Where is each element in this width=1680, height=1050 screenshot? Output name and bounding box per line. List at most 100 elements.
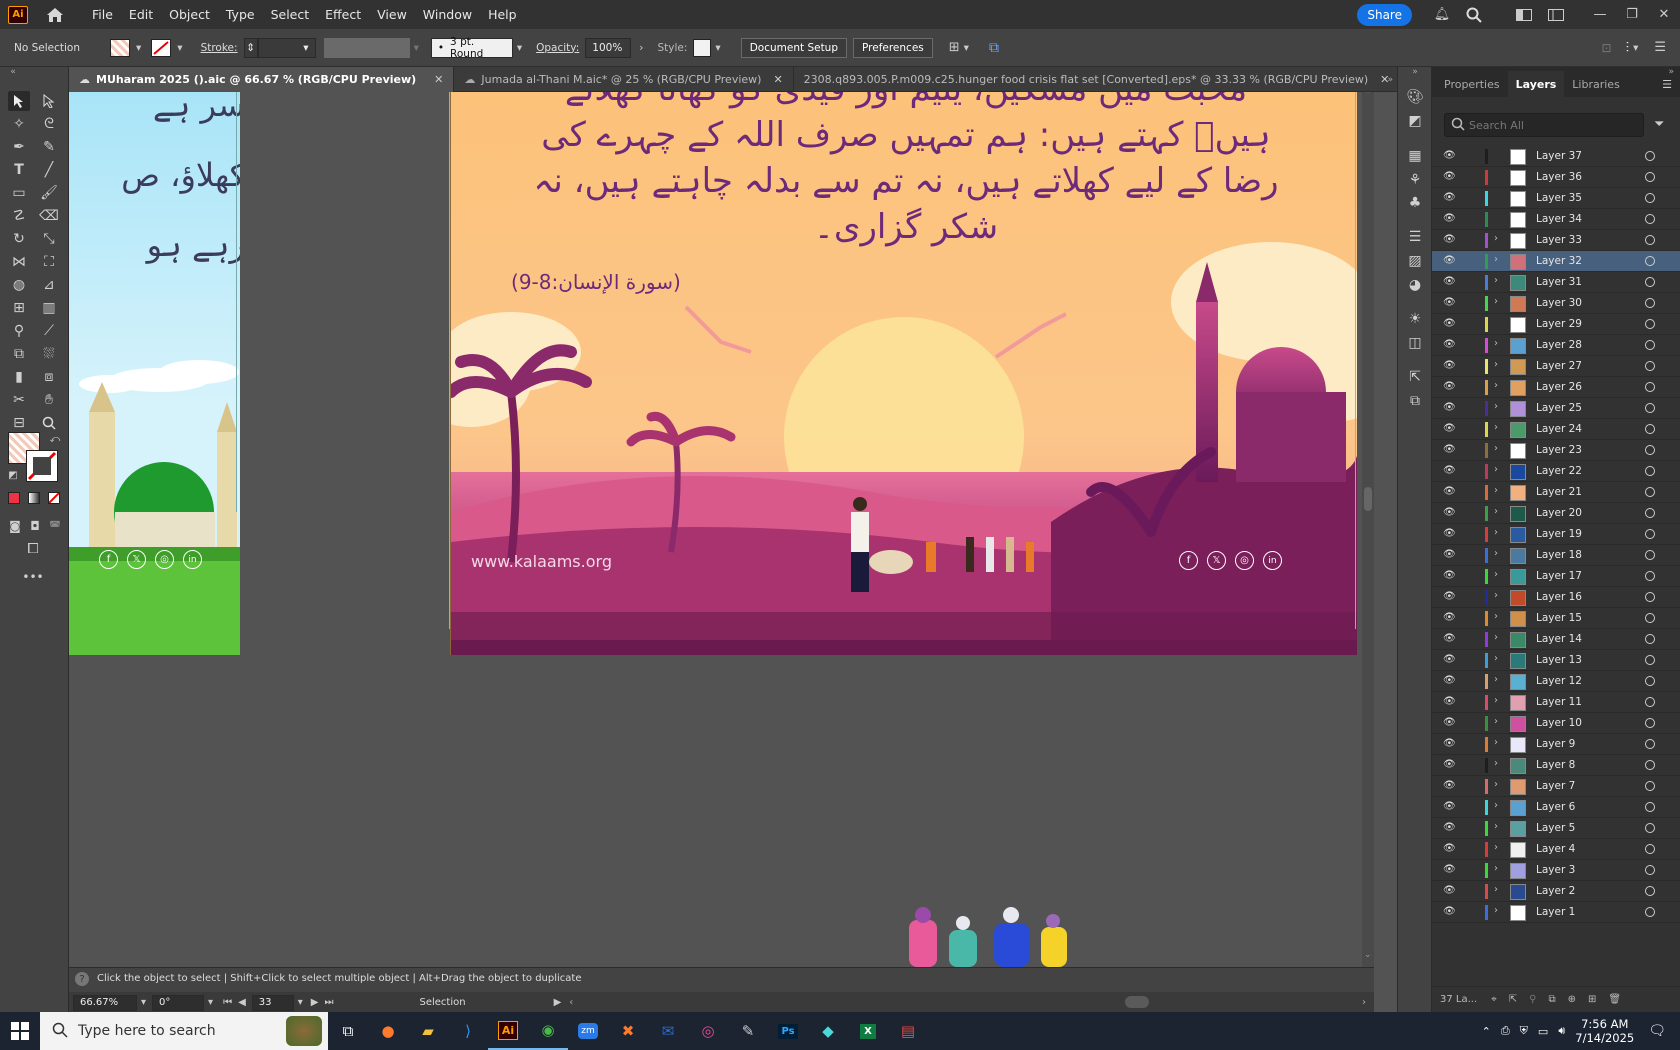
- paintbrush-tool-icon[interactable]: 🖌︎: [38, 183, 60, 203]
- expand-chevron-icon[interactable]: ›: [1494, 485, 1498, 496]
- expand-chevron-icon[interactable]: ›: [1494, 800, 1498, 811]
- opacity-field[interactable]: 100%: [585, 37, 632, 58]
- visibility-eye-icon[interactable]: 👁︎: [1443, 529, 1457, 539]
- shape-builder-tool-icon[interactable]: ◍: [8, 275, 30, 295]
- show-hidden-icons[interactable]: ⌃: [1482, 1025, 1491, 1038]
- visibility-eye-icon[interactable]: 👁︎: [1443, 907, 1457, 917]
- color-guide-icon[interactable]: ◩: [1404, 111, 1426, 131]
- expand-chevron-icon[interactable]: ›: [1494, 716, 1498, 727]
- layer-target-icon[interactable]: [1645, 172, 1655, 182]
- expand-chevron-icon[interactable]: ›: [1494, 653, 1498, 664]
- visibility-eye-icon[interactable]: 👁︎: [1443, 886, 1457, 896]
- menu-object[interactable]: Object: [161, 7, 218, 22]
- menu-edit[interactable]: Edit: [121, 7, 161, 22]
- layer-target-icon[interactable]: [1645, 424, 1655, 434]
- layer-target-icon[interactable]: [1645, 382, 1655, 392]
- expand-chevron-icon[interactable]: ›: [1494, 863, 1498, 874]
- layer-row[interactable]: 👁︎ › Layer 27: [1432, 356, 1680, 377]
- creative-cloud-icon[interactable]: ◎: [688, 1012, 728, 1050]
- scroll-down-icon[interactable]: ⌄: [1364, 950, 1372, 960]
- visibility-eye-icon[interactable]: 👁︎: [1443, 361, 1457, 371]
- layer-row[interactable]: 👁︎ Layer 36: [1432, 167, 1680, 188]
- expand-chevron-icon[interactable]: ›: [1494, 254, 1498, 265]
- workspace-icon[interactable]: [1546, 7, 1566, 23]
- layer-target-icon[interactable]: [1645, 466, 1655, 476]
- eyedropper-tool-icon[interactable]: ⚲: [8, 321, 30, 341]
- visibility-eye-icon[interactable]: 👁︎: [1443, 781, 1457, 791]
- touch-type-icon[interactable]: ⫶: [1626, 40, 1630, 56]
- brush-definition[interactable]: • 3 pt. Round: [430, 36, 513, 60]
- eraser-tool-icon[interactable]: ⌫: [38, 206, 60, 226]
- restore-icon[interactable]: ❐: [1622, 7, 1642, 23]
- visibility-eye-icon[interactable]: 👁︎: [1443, 718, 1457, 728]
- tab-layers[interactable]: Layers: [1507, 71, 1565, 97]
- layer-row[interactable]: 👁︎ › Layer 31: [1432, 272, 1680, 293]
- visibility-eye-icon[interactable]: 👁︎: [1443, 277, 1457, 287]
- visibility-eye-icon[interactable]: 👁︎: [1443, 508, 1457, 518]
- layer-row[interactable]: 👁︎ › Layer 10: [1432, 713, 1680, 734]
- tab-hunger-food[interactable]: 2308.q893.005.P.m009.c25.hunger food cri…: [794, 67, 1401, 92]
- measure-tool-icon[interactable]: ⟋: [38, 321, 60, 341]
- visibility-eye-icon[interactable]: 👁︎: [1443, 424, 1457, 434]
- edit-toolbar-icon[interactable]: •••: [22, 567, 44, 587]
- layer-row[interactable]: 👁︎ Layer 34: [1432, 209, 1680, 230]
- lasso-tool-icon[interactable]: ᘓ: [38, 114, 60, 134]
- bell-icon[interactable]: 🔔︎: [1432, 7, 1452, 23]
- line-tool-icon[interactable]: ╱: [38, 160, 60, 180]
- main-artboard[interactable]: محبت میں مسکین، یتیم اور قیدی کو کھانا ک…: [450, 92, 1357, 655]
- horizontal-scroll-thumb[interactable]: [1125, 996, 1149, 1008]
- visibility-eye-icon[interactable]: 👁︎: [1443, 466, 1457, 476]
- task-view-icon[interactable]: ⧉: [328, 1012, 368, 1050]
- layer-row[interactable]: 👁︎ › Layer 28: [1432, 335, 1680, 356]
- visibility-eye-icon[interactable]: 👁︎: [1443, 487, 1457, 497]
- align-icon[interactable]: ⊞: [949, 40, 960, 55]
- visibility-eye-icon[interactable]: 👁︎: [1443, 193, 1457, 203]
- layer-target-icon[interactable]: [1645, 487, 1655, 497]
- visibility-eye-icon[interactable]: 👁︎: [1443, 634, 1457, 644]
- visibility-eye-icon[interactable]: 👁︎: [1443, 319, 1457, 329]
- curvature-tool-icon[interactable]: ✎: [38, 137, 60, 157]
- tab-properties[interactable]: Properties: [1436, 71, 1508, 97]
- rotation-field[interactable]: 0°: [152, 994, 205, 1011]
- swap-colors-icon[interactable]: ⤺: [44, 429, 66, 449]
- layer-row[interactable]: 👁︎ › Layer 22: [1432, 461, 1680, 482]
- graphic-style-swatch[interactable]: [693, 38, 712, 57]
- layer-target-icon[interactable]: [1645, 403, 1655, 413]
- last-artboard-icon[interactable]: ⏭: [325, 997, 334, 1008]
- mesh-tool-icon[interactable]: ⊞: [8, 298, 30, 318]
- visibility-eye-icon[interactable]: 👁︎: [1443, 613, 1457, 623]
- visibility-eye-icon[interactable]: 👁︎: [1443, 571, 1457, 581]
- clipping-mask-icon[interactable]: ⧉: [1549, 994, 1556, 1005]
- tab-muharam[interactable]: ☁ MUharam 2025 ().aic @ 66.67 % (RGB/CPU…: [69, 67, 455, 92]
- stroke-swatch[interactable]: [151, 38, 172, 57]
- visibility-eye-icon[interactable]: 👁︎: [1443, 235, 1457, 245]
- layer-target-icon[interactable]: [1645, 781, 1655, 791]
- type-tool-icon[interactable]: T: [8, 160, 30, 180]
- expand-chevron-icon[interactable]: ›: [1494, 779, 1498, 790]
- draw-behind-icon[interactable]: ◘: [24, 516, 46, 536]
- tabs-overflow-icon[interactable]: »: [1387, 67, 1393, 92]
- menu-type[interactable]: Type: [218, 7, 263, 22]
- expand-chevron-icon[interactable]: ›: [1494, 905, 1498, 916]
- arrange-icon[interactable]: ⊡: [1602, 41, 1612, 55]
- layer-row[interactable]: 👁︎ › Layer 5: [1432, 818, 1680, 839]
- close-tab-icon[interactable]: ✕: [434, 73, 443, 86]
- layer-row[interactable]: 👁︎ › Layer 25: [1432, 398, 1680, 419]
- expand-chevron-icon[interactable]: ›: [1494, 737, 1498, 748]
- layer-target-icon[interactable]: [1645, 592, 1655, 602]
- menu-select[interactable]: Select: [263, 7, 318, 22]
- photoshop-icon[interactable]: Ps: [768, 1012, 808, 1050]
- color-mode-icon[interactable]: [8, 492, 20, 504]
- layer-target-icon[interactable]: [1645, 718, 1655, 728]
- pen-tool-icon[interactable]: ✒: [8, 137, 30, 157]
- expand-chevron-icon[interactable]: ›: [1494, 674, 1498, 685]
- layer-row[interactable]: 👁︎ › Layer 4: [1432, 839, 1680, 860]
- layer-target-icon[interactable]: [1645, 277, 1655, 287]
- layer-target-icon[interactable]: [1645, 907, 1655, 917]
- zoom-dropdown-icon[interactable]: ▾: [141, 997, 146, 1008]
- layer-row[interactable]: 👁︎ Layer 35: [1432, 188, 1680, 209]
- panel-menu-icon[interactable]: ☰: [1662, 78, 1672, 91]
- expand-chevron-icon[interactable]: ›: [1494, 590, 1498, 601]
- firefox-icon[interactable]: ●: [368, 1012, 408, 1050]
- graphic-styles-icon[interactable]: ◫: [1404, 333, 1426, 353]
